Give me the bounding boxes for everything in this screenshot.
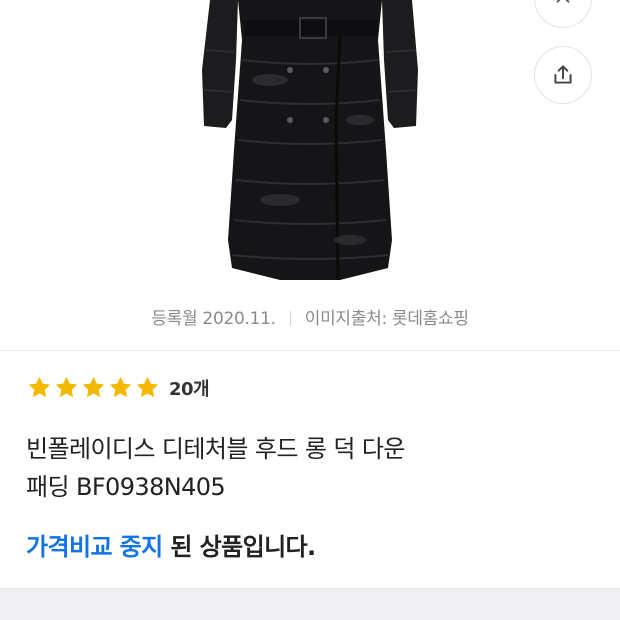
share-button[interactable] [534,46,592,104]
chevron-up-icon [556,0,570,3]
star-rating [26,374,161,401]
star-icon [55,376,78,398]
star-icon [28,376,51,398]
product-title-line: 패딩 BF0938N405 [26,473,226,501]
review-count[interactable]: 20개 [169,375,210,401]
product-image [202,0,418,281]
divider [0,350,620,351]
product-image-area[interactable] [0,0,620,300]
star-icon [82,376,105,398]
divider [0,588,620,589]
status-text: 된 상품입니다. [162,533,316,561]
price-compare-status: 가격비교 중지 된 상품입니다. [26,527,316,562]
image-source: 이미지출처: 롯데홈쇼핑 [304,309,469,329]
product-title-line: 빈폴레이디스 디테처블 후드 롱 덕 다운 [26,435,405,463]
section-separator [0,588,620,620]
star-icon [136,376,159,398]
star-icon [109,376,132,398]
product-title: 빈폴레이디스 디테처블 후드 롱 덕 다운 패딩 BF0938N405 [26,430,586,506]
product-meta: 등록월 2020.11. 이미지출처: 롯데홈쇼핑 [0,304,620,329]
meta-separator [289,311,291,325]
rating-row[interactable]: 20개 [26,374,210,401]
status-highlight: 가격비교 중지 [26,533,163,561]
share-icon [554,65,572,84]
registered-date: 등록월 2020.11. [151,309,276,329]
